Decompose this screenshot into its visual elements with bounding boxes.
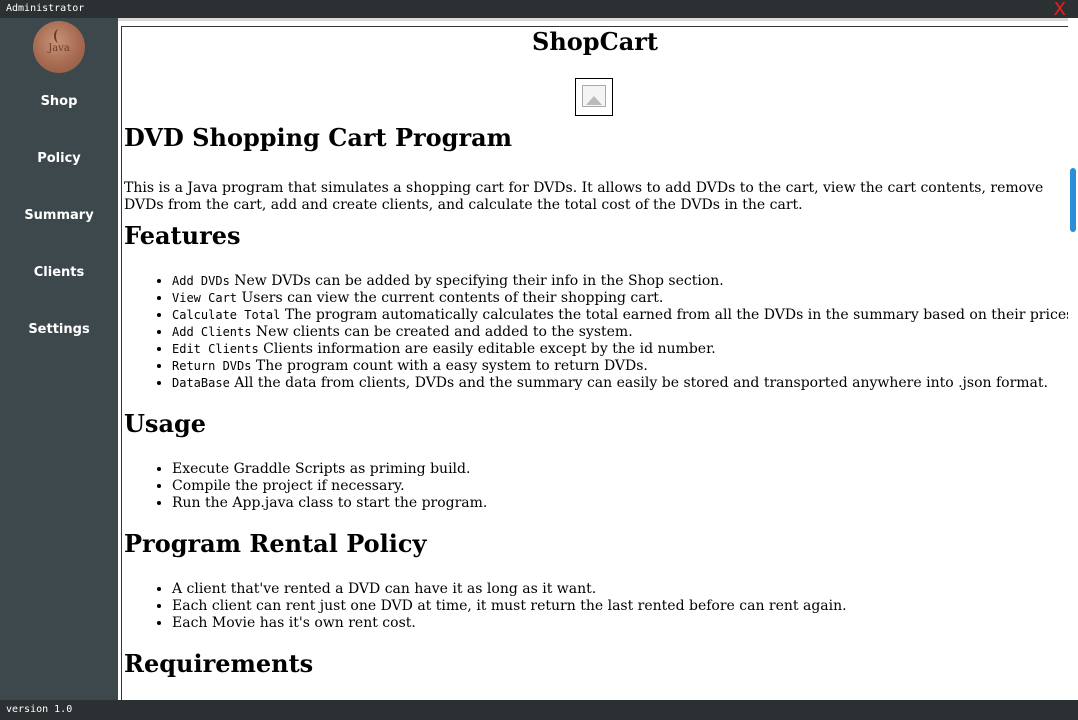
list-item: Return DVDs The program count with a eas… [172, 358, 1070, 375]
list-item: Compile the project if necessary. [172, 478, 487, 495]
close-icon[interactable]: X [1054, 0, 1066, 20]
scrollbar-track[interactable] [1068, 18, 1078, 700]
java-logo: Java [33, 21, 85, 73]
user-label: Administrator [6, 3, 85, 14]
heading-features: Features [124, 221, 241, 250]
sidebar-item-shop[interactable]: Shop [0, 94, 118, 109]
list-item: Add Clients New clients can be created a… [172, 324, 1070, 341]
content-panel: ShopCart DVD Shopping Cart Program This … [118, 18, 1078, 701]
list-item: A client that've rented a DVD can have i… [172, 581, 847, 598]
list-item: Run the App.java class to start the prog… [172, 495, 487, 512]
list-item: Add DVDs New DVDs can be added by specif… [172, 273, 1070, 290]
scrollbar-thumb[interactable] [1070, 168, 1076, 232]
sidebar-item-summary[interactable]: Summary [0, 208, 118, 223]
version-label: version 1.0 [6, 704, 73, 715]
title-bar: Administrator X [0, 0, 1078, 20]
java-logo-mark: Java [48, 43, 70, 54]
divider [118, 18, 1078, 21]
list-item: View Cart Users can view the current con… [172, 290, 1070, 307]
features-list: Add DVDs New DVDs can be added by specif… [124, 273, 1070, 392]
sidebar: Java Shop Policy Summary Clients Setting… [0, 18, 118, 700]
page-title: ShopCart [532, 27, 658, 56]
list-item: Each client can rent just one DVD at tim… [172, 598, 847, 615]
intro-paragraph: This is a Java program that simulates a … [124, 180, 1044, 213]
sidebar-item-policy[interactable]: Policy [0, 151, 118, 166]
list-item: Edit Clients Clients information are eas… [172, 341, 1070, 358]
list-item: Execute Graddle Scripts as priming build… [172, 461, 487, 478]
heading-requirements: Requirements [124, 649, 314, 678]
heading-main: DVD Shopping Cart Program [124, 123, 513, 152]
readme-document: ShopCart DVD Shopping Cart Program This … [121, 26, 1071, 701]
sidebar-item-settings[interactable]: Settings [0, 322, 118, 337]
sidebar-item-clients[interactable]: Clients [0, 265, 118, 280]
policy-list: A client that've rented a DVD can have i… [124, 581, 847, 632]
heading-rental-policy: Program Rental Policy [124, 529, 427, 558]
list-item: DataBase All the data from clients, DVDs… [172, 375, 1070, 392]
heading-usage: Usage [124, 409, 207, 438]
usage-list: Execute Graddle Scripts as priming build… [124, 461, 487, 512]
status-bar: version 1.0 [0, 700, 1078, 720]
broken-image-icon [575, 78, 613, 116]
steam-icon [54, 29, 64, 43]
list-item: Each Movie has it's own rent cost. [172, 615, 847, 632]
list-item: Calculate Total The program automaticall… [172, 307, 1070, 324]
